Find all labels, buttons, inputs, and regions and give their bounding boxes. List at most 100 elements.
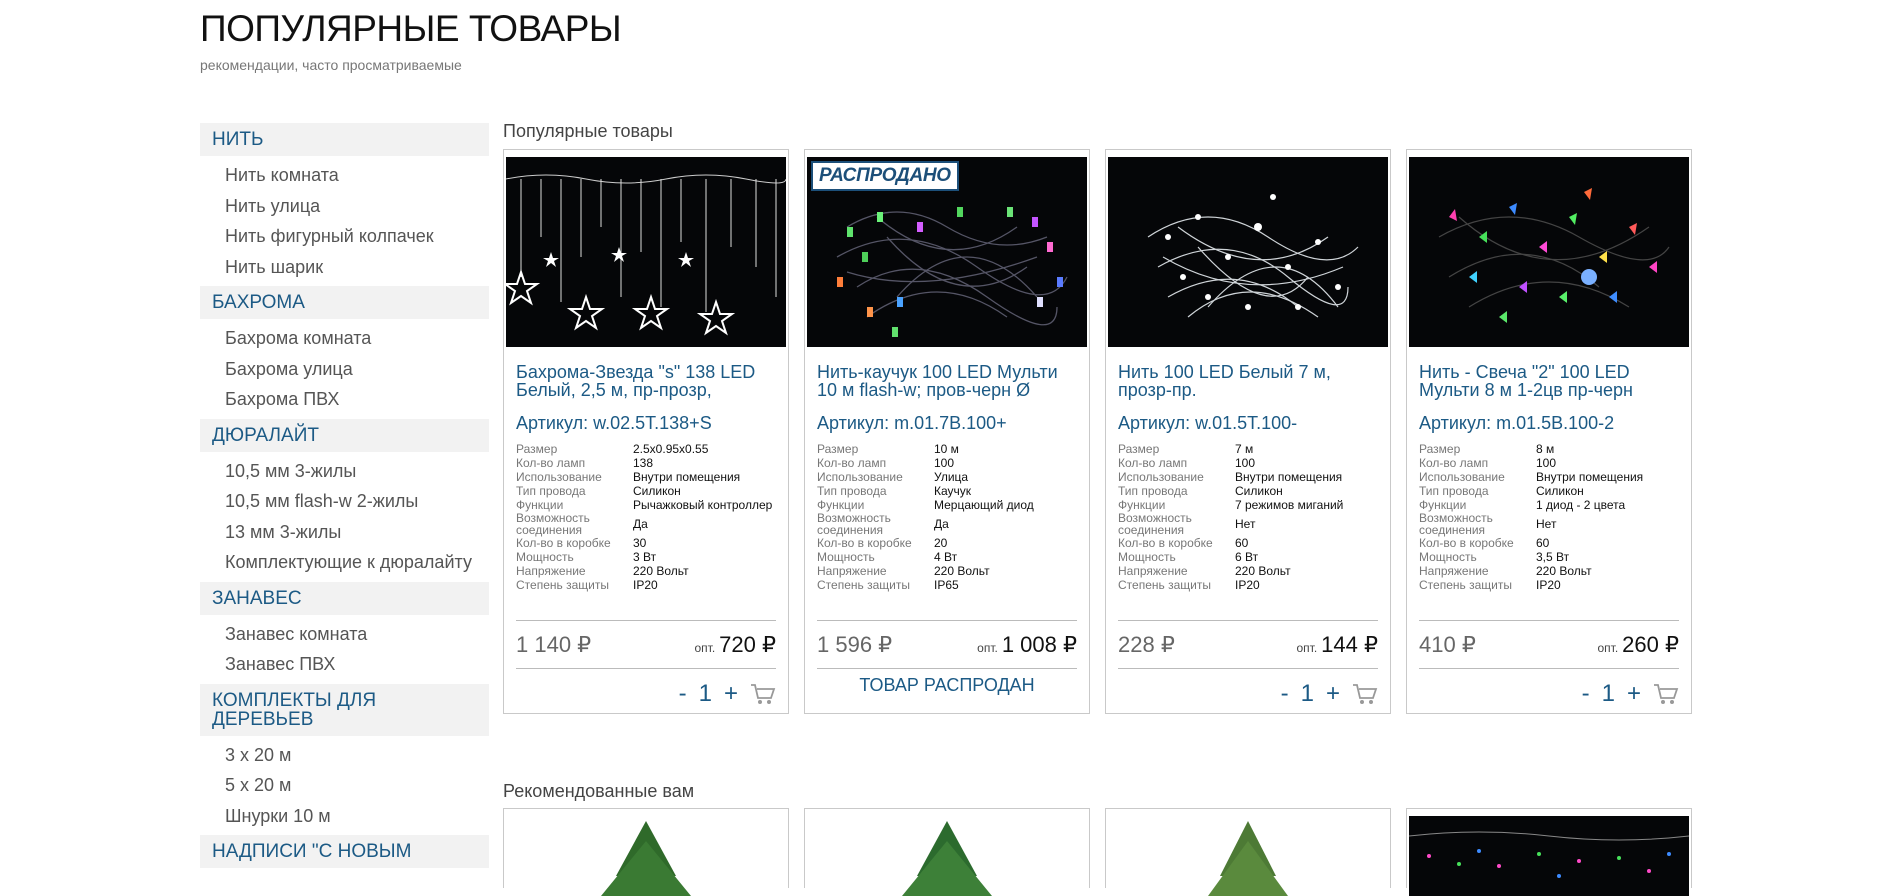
spec-value: 60 (1536, 536, 1550, 550)
spec-value: Да (934, 517, 949, 531)
product-image[interactable] (1108, 157, 1388, 347)
spec-row: Размер 2.5x0.95x0.55 (516, 442, 778, 456)
spec-row: Напряжение 220 Вольт (1419, 564, 1681, 578)
retail-price: 1 140 ₽ (516, 632, 592, 657)
spec-value: 100 (1235, 456, 1256, 470)
qty-minus-button[interactable]: - (1281, 680, 1289, 708)
qty-value[interactable]: 1 (1301, 680, 1314, 708)
qty-value[interactable]: 1 (1602, 680, 1615, 708)
product-image[interactable]: РАСПРОДАНО (807, 157, 1087, 347)
spec-row: Функции Мерцающий диод (817, 498, 1079, 512)
sold-out-label: ТОВАР РАСПРОДАН (859, 675, 1035, 695)
category-item[interactable]: Бахрома ПВХ (200, 384, 489, 415)
spec-row: Тип провода Силикон (516, 484, 778, 498)
spec-key: Мощность (1419, 550, 1477, 564)
category-item[interactable]: Нить фигурный колпачек (200, 221, 489, 252)
product-name[interactable]: Нить 100 LED Белый 7 м, прозр-пр. (1118, 363, 1380, 399)
spec-row: Функции 7 режимов миганий (1118, 498, 1380, 512)
spec-value: Мерцающий диод (934, 498, 1034, 512)
product-image[interactable] (506, 157, 786, 347)
spec-row: Кол-во в коробке 60 (1419, 536, 1681, 550)
product-name[interactable]: Нить - Свеча "2" 100 LED Мульти 8 м 1-2ц… (1419, 363, 1681, 399)
category-item[interactable]: 10,5 мм 3-жилы (200, 456, 489, 487)
spec-key: Напряжение (1419, 564, 1489, 578)
category-item[interactable]: Занавес ПВХ (200, 649, 489, 680)
spec-row: Степень защиты IP20 (1118, 578, 1380, 592)
category-item[interactable]: Нить шарик (200, 252, 489, 283)
spec-value: Внутри помещения (633, 470, 741, 484)
category-header[interactable]: БАХРОМА (200, 286, 489, 319)
category-header[interactable]: НИТЬ (200, 123, 489, 156)
qty-plus-button[interactable]: + (1627, 680, 1641, 708)
category-item[interactable]: Шнурки 10 м (200, 801, 489, 832)
spec-key: Мощность (1118, 550, 1176, 564)
qty-plus-button[interactable]: + (1326, 680, 1340, 708)
category-item[interactable]: Нить улица (200, 191, 489, 222)
spec-row: Кол-во ламп 100 (1118, 456, 1380, 470)
category-item[interactable]: Бахрома комната (200, 323, 489, 354)
spec-value: 100 (934, 456, 955, 470)
spec-key: Функции (1118, 498, 1166, 512)
category-item[interactable]: 10,5 мм flash-w 2-жилы (200, 486, 489, 517)
spec-key: Функции (516, 498, 564, 512)
cart-icon[interactable] (1352, 682, 1378, 706)
spec-value: 220 Вольт (934, 564, 990, 578)
spec-row: Мощность 6 Вт (1118, 550, 1380, 564)
spec-value: Силикон (1536, 484, 1584, 498)
cart-icon[interactable] (1653, 682, 1679, 706)
product-specs: Размер 10 м Кол-во ламп 100 Использование У… (817, 442, 1079, 592)
spec-row: Тип провода Каучук (817, 484, 1079, 498)
spec-key: Возможность соединения (516, 511, 590, 537)
spec-row: Использование Внутри помещения (516, 470, 778, 484)
category-header[interactable]: КОМПЛЕКТЫ ДЛЯ ДЕРЕВЬЕВ (200, 683, 489, 736)
qty-value[interactable]: 1 (699, 680, 712, 708)
category-header[interactable]: ЗАНАВЕС (200, 581, 489, 615)
wholesale-value: 1 008 ₽ (1001, 632, 1077, 657)
product-image[interactable] (1108, 816, 1388, 896)
category-item[interactable]: Комплектующие к дюралайту (200, 547, 489, 578)
spec-value: Нет (1235, 517, 1256, 531)
quantity-stepper: - 1 + (1281, 680, 1378, 708)
spec-row: Функции 1 диод - 2 цвета (1419, 498, 1681, 512)
spec-value: 3,5 Вт (1536, 550, 1570, 564)
product-card: Бахрома-Звезда "s" 138 LED Белый, 2,5 м,… (503, 149, 789, 714)
product-specs: Размер 7 м Кол-во ламп 100 Использование Вн… (1118, 442, 1380, 592)
spec-key: Использование (516, 470, 602, 484)
spec-value: Силикон (1235, 484, 1283, 498)
spec-row: Размер 8 м (1419, 442, 1681, 456)
spec-row: Размер 10 м (817, 442, 1079, 456)
cart-icon[interactable] (750, 682, 776, 706)
product-image[interactable] (1409, 816, 1689, 896)
spec-key: Кол-во ламп (516, 456, 586, 470)
category-item[interactable]: Занавес комната (200, 619, 489, 650)
category-item[interactable]: 13 мм 3-жилы (200, 517, 489, 548)
retail-price: 228 ₽ (1118, 632, 1175, 657)
spec-row: Мощность 4 Вт (817, 550, 1079, 564)
qty-minus-button[interactable]: - (1582, 680, 1590, 708)
wholesale-price: опт. 1 008 ₽ (977, 632, 1077, 658)
page-title: ПОПУЛЯРНЫЕ ТОВАРЫ (200, 8, 622, 49)
spec-value: IP20 (1536, 578, 1561, 592)
spec-key: Кол-во ламп (1118, 456, 1188, 470)
category-item[interactable]: Бахрома улица (200, 354, 489, 385)
product-name[interactable]: Бахрома-Звезда "s" 138 LED Белый, 2,5 м,… (516, 363, 778, 399)
recommended-products-grid (503, 808, 1692, 896)
qty-plus-button[interactable]: + (724, 680, 738, 708)
product-image[interactable] (506, 816, 786, 896)
divider (516, 668, 776, 669)
wholesale-value: 720 ₽ (719, 632, 776, 657)
product-card: Нить 100 LED Белый 7 м, прозр-пр. Артику… (1105, 149, 1391, 714)
category-item[interactable]: 3 х 20 м (200, 740, 489, 771)
category-header[interactable]: НАДПИСИ "С НОВЫМ (200, 835, 489, 868)
spec-value: 20 (934, 536, 948, 550)
qty-minus-button[interactable]: - (679, 680, 687, 708)
product-image[interactable] (1409, 157, 1689, 347)
spec-value: 1 диод - 2 цвета (1536, 498, 1626, 512)
spec-value: IP65 (934, 578, 959, 592)
category-item[interactable]: 5 х 20 м (200, 770, 489, 801)
product-image[interactable] (807, 816, 1087, 896)
category-item[interactable]: Нить комната (200, 160, 489, 191)
category-header[interactable]: ДЮРАЛАЙТ (200, 418, 489, 452)
spec-value: 220 Вольт (1235, 564, 1291, 578)
product-name[interactable]: Нить-каучук 100 LED Мульти 10 м flash-w;… (817, 363, 1079, 399)
